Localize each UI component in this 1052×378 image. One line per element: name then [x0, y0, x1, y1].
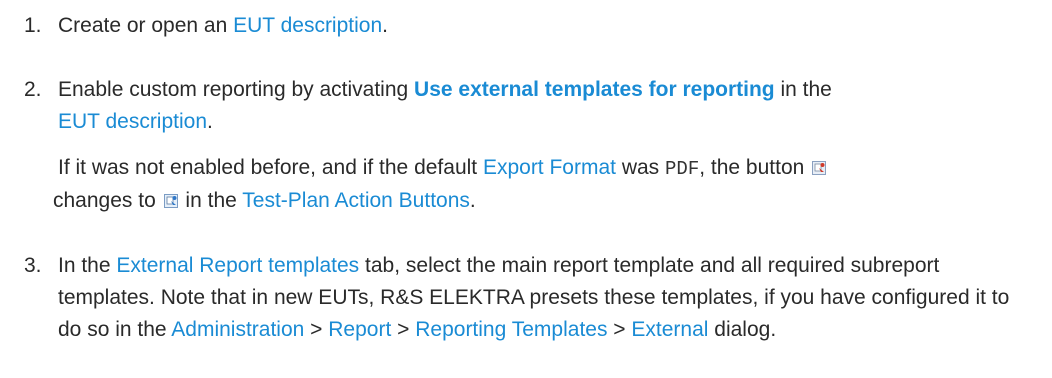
pdf-export-icon	[812, 161, 827, 175]
administration-link[interactable]: Administration	[171, 318, 304, 341]
test-plan-action-buttons-link[interactable]: Test-Plan Action Buttons	[242, 189, 470, 212]
external-report-templates-link[interactable]: External Report templates	[116, 254, 359, 277]
step-note: If it was not enabled before, and if the…	[53, 152, 1044, 217]
step-text: Create or open an EUT description.	[58, 14, 388, 37]
procedure-steps: 1. Create or open an EUT description. 2.…	[0, 0, 1052, 378]
eut-description-link[interactable]: EUT description	[58, 110, 207, 133]
step-number: 3.	[24, 254, 42, 277]
eut-description-link[interactable]: EUT description	[233, 14, 382, 37]
step-text: Enable custom reporting by activating Us…	[58, 78, 832, 133]
step-text: In the External Report templates tab, se…	[58, 254, 1010, 341]
report-link[interactable]: Report	[328, 318, 391, 341]
step-3: 3. In the External Report templates tab,…	[24, 250, 1044, 346]
external-link[interactable]: External	[631, 318, 708, 341]
step-number: 1.	[24, 14, 42, 37]
pdf-code: PDF	[665, 158, 700, 180]
export-format-link[interactable]: Export Format	[483, 156, 616, 179]
step-number: 2.	[24, 78, 42, 101]
step-2: 2. Enable custom reporting by activating…	[24, 74, 1044, 217]
reporting-templates-link[interactable]: Reporting Templates	[415, 318, 607, 341]
custom-export-icon	[163, 194, 178, 208]
use-external-templates-link[interactable]: Use external templates for reporting	[414, 78, 775, 101]
step-1: 1. Create or open an EUT description.	[24, 10, 1044, 42]
